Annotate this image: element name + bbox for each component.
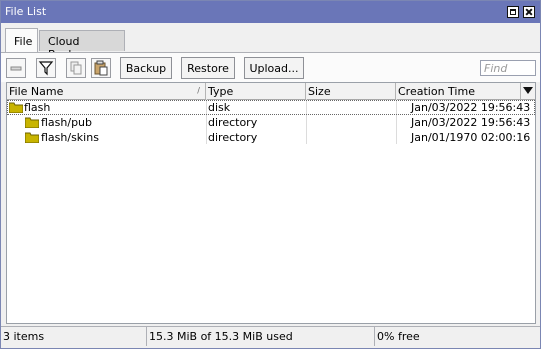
status-item-count: 3 items — [1, 327, 147, 346]
type-cell: directory — [208, 116, 258, 129]
table-row[interactable]: flash/pub directory Jan/03/2022 19:56:43 — [7, 115, 535, 130]
column-header-file-name[interactable]: File Name / — [7, 83, 206, 99]
backup-button[interactable]: Backup — [120, 57, 172, 79]
restore-button[interactable]: Restore — [181, 57, 235, 79]
file-table: File Name / Type Size Creation Time flas… — [6, 82, 536, 324]
file-name-cell: flash/pub — [41, 116, 93, 129]
remove-button[interactable] — [6, 58, 26, 78]
paste-icon — [94, 60, 108, 76]
close-icon[interactable] — [523, 6, 535, 18]
column-header-creation-time[interactable]: Creation Time — [396, 83, 521, 99]
table-header: File Name / Type Size Creation Time — [7, 83, 535, 100]
creation-time-cell: Jan/03/2022 19:56:43 — [411, 116, 531, 129]
minus-icon — [10, 66, 22, 71]
type-cell: directory — [208, 131, 258, 144]
table-row[interactable]: flash disk Jan/03/2022 19:56:43 — [7, 100, 535, 115]
status-bar: 3 items 15.3 MiB of 15.3 MiB used 0% fre… — [1, 326, 540, 347]
tab-file[interactable]: File — [5, 28, 38, 52]
status-free: 0% free — [377, 330, 420, 343]
maximize-icon[interactable] — [507, 6, 519, 18]
sort-icon: / — [197, 86, 200, 95]
creation-time-cell: Jan/01/1970 02:00:16 — [411, 131, 531, 144]
creation-time-cell: Jan/03/2022 19:56:43 — [411, 101, 531, 114]
status-usage: 15.3 MiB of 15.3 MiB used — [147, 327, 375, 346]
title-bar[interactable]: File List — [1, 1, 540, 23]
find-input[interactable]: Find — [480, 60, 536, 76]
window-title: File List — [5, 5, 47, 18]
folder-icon — [9, 102, 23, 113]
filter-button[interactable] — [36, 58, 56, 78]
tab-bar: File Cloud Backup — [1, 24, 540, 61]
filter-icon — [38, 61, 54, 76]
file-name-cell: flash — [24, 101, 51, 114]
tab-cloud-backup[interactable]: Cloud Backup — [39, 30, 125, 61]
copy-button[interactable] — [66, 58, 86, 78]
toolbar: Backup Restore Upload... Find — [1, 52, 540, 82]
copy-icon — [70, 61, 82, 75]
type-cell: disk — [208, 101, 231, 114]
folder-icon — [25, 117, 39, 128]
chevron-down-icon — [523, 87, 533, 94]
file-name-cell: flash/skins — [41, 131, 99, 144]
folder-icon — [25, 132, 39, 143]
table-row[interactable]: flash/skins directory Jan/01/1970 02:00:… — [7, 130, 535, 145]
upload-button[interactable]: Upload... — [244, 57, 304, 79]
file-list-window: File List File Cloud Backup Backup Resto… — [0, 0, 541, 349]
paste-button[interactable] — [91, 58, 111, 78]
column-header-type[interactable]: Type — [206, 83, 306, 99]
column-menu-button[interactable] — [521, 83, 535, 99]
column-header-size[interactable]: Size — [306, 83, 396, 99]
